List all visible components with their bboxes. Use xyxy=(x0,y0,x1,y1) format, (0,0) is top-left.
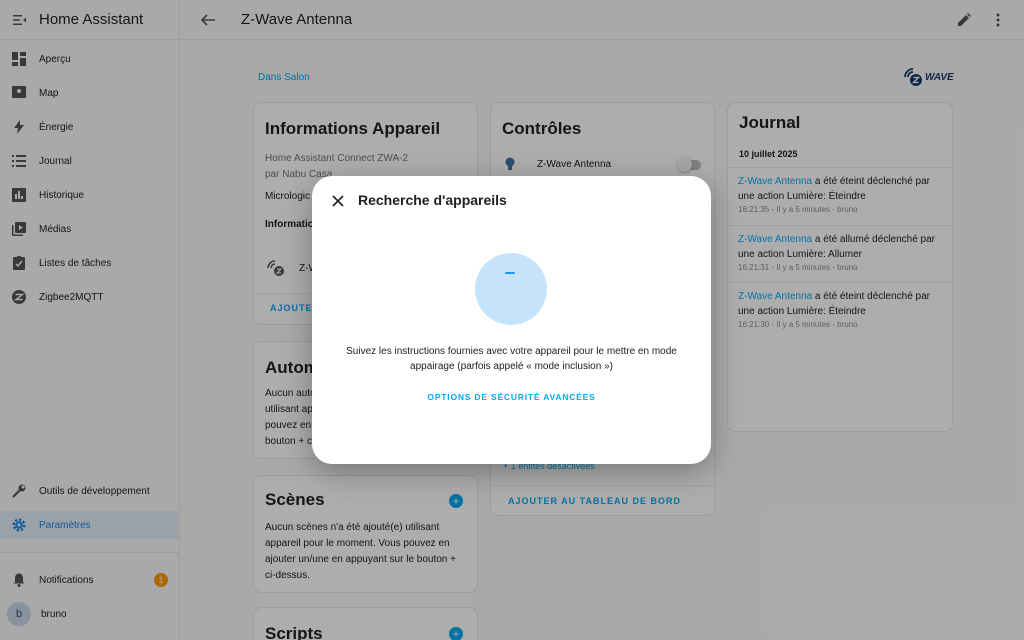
dialog-title: Recherche d'appareils xyxy=(358,192,507,208)
device-search-dialog: Recherche d'appareils Suivez les instruc… xyxy=(312,176,711,464)
close-icon[interactable] xyxy=(330,193,346,209)
spinner-mark xyxy=(505,272,515,274)
dialog-message: Suivez les instructions fournies avec vo… xyxy=(326,344,697,374)
advanced-security-options-button[interactable]: OPTIONS DE SÉCURITÉ AVANCÉES xyxy=(312,392,711,402)
loading-spinner-icon xyxy=(475,253,547,325)
dialog-message-line: appairage (parfois appelé « mode inclusi… xyxy=(410,361,613,372)
dialog-message-line: Suivez les instructions fournies avec vo… xyxy=(346,346,677,357)
